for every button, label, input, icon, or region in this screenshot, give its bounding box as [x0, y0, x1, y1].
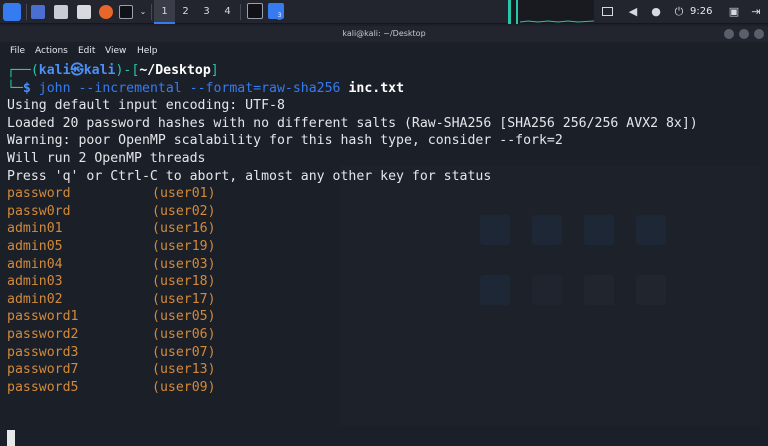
- lock-icon[interactable]: ▣: [727, 5, 741, 19]
- output-line: Using default input encoding: UTF-8: [7, 98, 285, 114]
- prompt-host: kali: [83, 63, 116, 78]
- cracked-user: (user07): [152, 344, 216, 360]
- cracked-password: password5: [7, 379, 79, 395]
- taskbar: ⌄ 1 2 3 4 3 ◀ ● ⏻ 9:26 ▣ ⇥: [0, 0, 768, 24]
- minimize-button[interactable]: [724, 29, 734, 39]
- maximize-button[interactable]: [739, 29, 749, 39]
- terminal-output[interactable]: ┌──(kali㉿kali)-[~/Desktop] └─$ john --in…: [7, 62, 763, 446]
- screen-icon[interactable]: [602, 7, 613, 16]
- power-icon[interactable]: ⏻: [672, 5, 686, 19]
- prompt-mid: )-[: [115, 63, 140, 78]
- cracked-row: admin05 (user19): [7, 238, 216, 256]
- cracked-password: admin03: [7, 274, 63, 290]
- cracked-user: (user02): [152, 203, 216, 219]
- cracked-password: admin01: [7, 221, 63, 237]
- menu-help[interactable]: Help: [137, 42, 158, 60]
- workspace-3[interactable]: 3: [196, 0, 217, 24]
- cracked-password: passw0rd: [7, 203, 71, 219]
- clock[interactable]: 9:26: [690, 0, 712, 24]
- close-button[interactable]: [754, 29, 764, 39]
- volume-icon[interactable]: ◀: [626, 5, 640, 19]
- output-line: Press 'q' or Ctrl-C to abort, almost any…: [7, 168, 492, 184]
- terminal-window[interactable]: kali@kali: ~/Desktop File Actions Edit V…: [0, 26, 768, 446]
- logout-icon[interactable]: ⇥: [749, 5, 763, 19]
- menu-actions[interactable]: Actions: [35, 42, 68, 60]
- menu-edit[interactable]: Edit: [78, 42, 95, 60]
- prompt-user: kali: [38, 63, 71, 78]
- workspace-1[interactable]: 1: [154, 0, 175, 24]
- notifications-icon[interactable]: ●: [649, 5, 663, 19]
- firefox-icon[interactable]: [99, 5, 113, 19]
- cracked-row: password7 (user13): [7, 361, 216, 379]
- cracked-row: password2 (user06): [7, 326, 216, 344]
- command-arg: inc.txt: [348, 80, 405, 96]
- cracked-row: password (user01): [7, 185, 216, 203]
- cpu-graph-chart: [508, 0, 594, 24]
- command-line: └─$ john --incremental --format=raw-sha2…: [7, 80, 404, 98]
- cracked-user: (user19): [152, 239, 216, 254]
- cracked-password: password3: [7, 344, 79, 360]
- cracked-row: admin01 (user16): [7, 220, 216, 238]
- desktop-icon[interactable]: [31, 5, 45, 19]
- cracked-password: admin05: [7, 239, 63, 254]
- cracked-row: passw0rd (user02): [7, 203, 216, 221]
- cracked-user: (user13): [152, 362, 216, 378]
- prompt-dollar: $: [22, 80, 31, 96]
- prompt-line2: └─: [7, 80, 23, 96]
- task-count-badge: 3: [275, 11, 284, 20]
- prompt-open: ┌──(: [7, 63, 39, 78]
- cracked-row: admin03 (user18): [7, 273, 216, 291]
- cracked-row: password1 (user05): [7, 308, 216, 326]
- cracked-row: admin04 (user03): [7, 256, 216, 274]
- terminal-task-icon[interactable]: [247, 3, 263, 19]
- cracked-user: (user03): [152, 256, 216, 272]
- text-editor-icon[interactable]: [77, 5, 91, 19]
- menu-file[interactable]: File: [10, 42, 25, 60]
- cracked-password: admin02: [7, 291, 63, 307]
- cracked-password: password2: [7, 327, 79, 342]
- kali-menu-icon[interactable]: [3, 3, 21, 21]
- cracked-user: (user09): [152, 379, 216, 395]
- workspace-2[interactable]: 2: [175, 0, 196, 24]
- output-line: Warning: poor OpenMP scalability for thi…: [7, 133, 563, 149]
- menubar: File Actions Edit View Help: [0, 42, 768, 60]
- command-text: john --incremental --format=raw-sha256: [38, 80, 341, 96]
- cracked-password: password: [7, 186, 71, 202]
- cracked-user: (user16): [152, 221, 216, 237]
- cracked-user: (user17): [152, 291, 216, 307]
- taskbar-separator: [240, 4, 241, 20]
- menu-view[interactable]: View: [105, 42, 126, 60]
- cracked-password: admin04: [7, 256, 63, 272]
- output-line: Loaded 20 password hashes with no differ…: [7, 115, 698, 131]
- cracked-user: (user01): [152, 186, 216, 202]
- prompt-close: ]: [210, 63, 219, 78]
- cpu-graph: [508, 0, 594, 24]
- prompt-at: ㉿: [70, 63, 84, 78]
- cracked-row: password5 (user09): [7, 379, 216, 397]
- cracked-user: (user06): [152, 327, 216, 342]
- taskbar-separator: [151, 4, 152, 20]
- files-icon[interactable]: [54, 5, 68, 19]
- window-title: kali@kali: ~/Desktop: [342, 29, 426, 38]
- prompt-line: ┌──(kali㉿kali)-[~/Desktop]: [7, 62, 219, 80]
- cracked-row: admin02 (user17): [7, 291, 216, 309]
- workspace-4[interactable]: 4: [217, 0, 238, 24]
- window-titlebar[interactable]: kali@kali: ~/Desktop: [0, 26, 768, 42]
- terminal-cursor: [7, 430, 15, 446]
- output-line: Will run 2 OpenMP threads: [7, 151, 206, 166]
- cracked-password: password1: [7, 309, 79, 325]
- prompt-path: ~/Desktop: [139, 63, 211, 78]
- cracked-row: password3 (user07): [7, 344, 216, 362]
- taskbar-separator: [26, 4, 27, 20]
- chevron-down-icon[interactable]: ⌄: [136, 5, 150, 19]
- cracked-user: (user18): [152, 274, 216, 290]
- cracked-password: password7: [7, 362, 79, 378]
- cracked-user: (user05): [152, 309, 216, 325]
- terminal-icon[interactable]: [119, 5, 133, 19]
